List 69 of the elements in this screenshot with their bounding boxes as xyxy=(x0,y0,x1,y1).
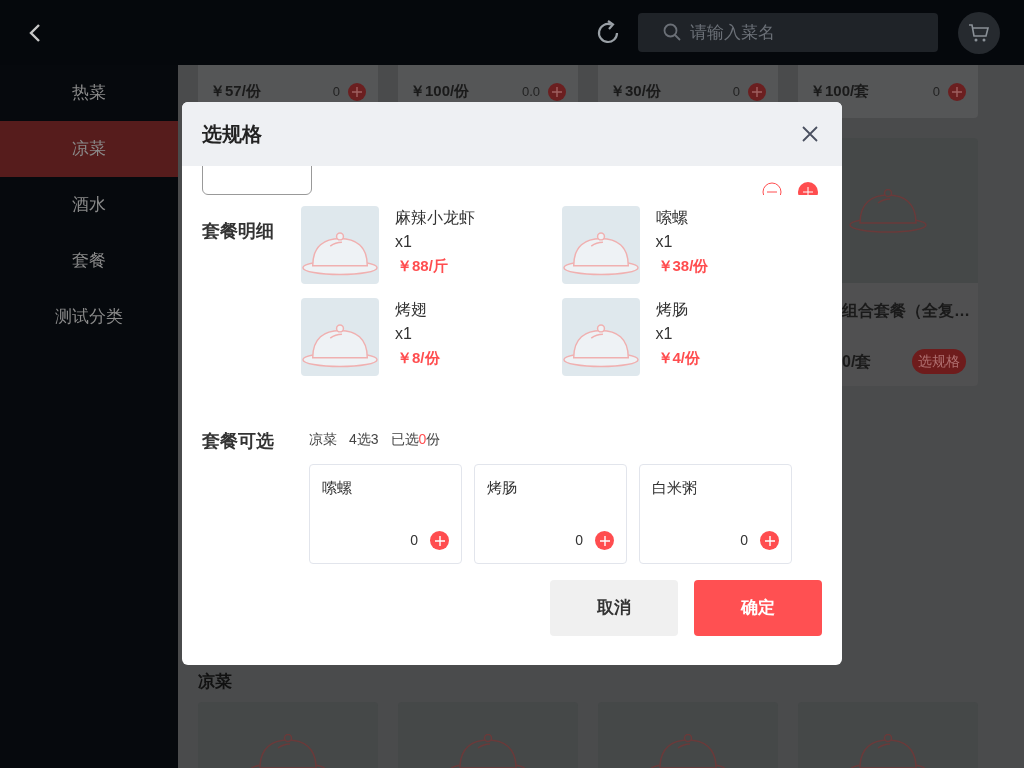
dish-name: 嗦螺 xyxy=(655,208,689,228)
dish-price: ￥57/份 xyxy=(210,81,262,102)
dish-name: 麻辣小龙虾 xyxy=(395,208,475,228)
dish-quantity: x1 xyxy=(395,324,413,344)
close-icon[interactable] xyxy=(802,126,818,142)
dish-price: ￥8/份 xyxy=(396,348,440,368)
category-item[interactable]: 测试分类 xyxy=(0,289,178,345)
dish-price: ￥100/份 xyxy=(410,81,471,102)
option-count: 0 xyxy=(410,531,418,550)
cloche-icon xyxy=(848,188,928,233)
selected-count: 已选0份 xyxy=(390,429,441,449)
plus-icon xyxy=(952,86,962,97)
category-item[interactable]: 酒水 xyxy=(0,177,178,233)
category-item[interactable]: 凉菜 xyxy=(0,121,178,177)
search-icon xyxy=(663,23,681,41)
add-button[interactable] xyxy=(430,531,449,550)
cloche-icon xyxy=(448,734,528,768)
cloche-icon xyxy=(561,324,640,368)
plus-icon xyxy=(434,535,445,546)
cloche-icon xyxy=(561,232,640,276)
dish-price: ￥88/斤 xyxy=(396,256,449,276)
dish-quantity: x1 xyxy=(395,232,413,252)
category-item[interactable]: 套餐 xyxy=(0,233,178,289)
plus-icon xyxy=(352,86,362,97)
dish-name: 烤肠 xyxy=(655,300,689,320)
dish-price: ￥4/份 xyxy=(656,348,700,368)
dish-quantity: x1 xyxy=(655,324,674,344)
cart-icon xyxy=(968,22,990,43)
option-card[interactable]: 嗦螺 0 xyxy=(309,464,462,564)
option-name: 白米粥 xyxy=(652,478,698,498)
section-label: 套餐可选 xyxy=(202,430,275,453)
option-card[interactable]: 白米粥 0 xyxy=(639,464,792,564)
dish-name: 烤翅 xyxy=(395,300,428,320)
plus-icon xyxy=(552,86,562,97)
cloche-icon xyxy=(248,734,328,768)
add-button[interactable] xyxy=(948,82,966,101)
cloche-icon xyxy=(848,734,928,768)
dish-price: ￥38/份 xyxy=(656,256,709,276)
dialog-title: 选规格 xyxy=(202,122,263,147)
cart-button[interactable] xyxy=(958,11,1000,54)
add-button[interactable] xyxy=(760,531,779,550)
cloche-icon xyxy=(301,324,379,368)
option-count: 0 xyxy=(575,531,583,550)
cloche-icon xyxy=(301,232,379,276)
add-button[interactable] xyxy=(595,531,614,550)
option-name: 烤肠 xyxy=(487,478,518,498)
option-card[interactable]: 烤肠 0 xyxy=(474,464,627,564)
plus-icon xyxy=(599,535,610,546)
dish-price: ￥100/套 xyxy=(810,81,871,102)
option-category: 凉菜 xyxy=(309,429,337,449)
option-rule: 4选3 xyxy=(349,429,379,449)
dish-price: ￥30/份 xyxy=(610,81,662,102)
cloche-icon xyxy=(648,734,728,768)
option-name: 嗦螺 xyxy=(322,478,353,498)
confirm-button[interactable]: 确定 xyxy=(694,580,822,636)
section-label: 套餐明细 xyxy=(202,220,275,243)
cancel-button[interactable]: 取消 xyxy=(550,580,678,636)
search-field[interactable]: 请输入菜名 xyxy=(638,13,938,52)
choose-spec-button[interactable]: 选规格 xyxy=(912,349,966,374)
back-icon[interactable] xyxy=(28,22,42,43)
plus-icon xyxy=(764,535,775,546)
section-title: 凉菜 xyxy=(198,670,233,693)
plus-icon xyxy=(752,86,762,97)
add-button[interactable] xyxy=(348,82,366,101)
add-button[interactable] xyxy=(548,82,566,101)
dish-quantity: x1 xyxy=(655,232,674,252)
option-count: 0 xyxy=(740,531,748,550)
add-button[interactable] xyxy=(748,82,766,101)
category-item[interactable]: 热菜 xyxy=(0,65,178,121)
